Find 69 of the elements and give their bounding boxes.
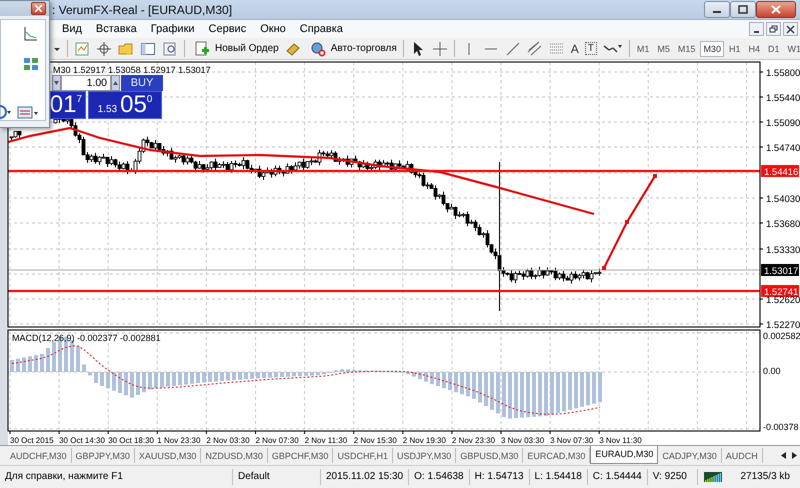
time-label: 30 Oct 2015 [10,436,54,445]
high-price: H: 1.54713 [470,468,530,484]
timeframe-button[interactable]: M1 [634,40,652,56]
macd-axis-label: 0.002582 [763,331,800,341]
symbol-tab[interactable]: GBPJPY,M30 [72,448,135,463]
open-price: O: 1.54638 [409,468,470,484]
price-label: 1.53330 [766,245,800,256]
price-label: 1.55800 [766,68,800,79]
symbol-tab[interactable]: AUDCH [722,448,763,463]
text-label-tool[interactable]: T [584,42,597,55]
menu-item[interactable]: Графики [144,23,202,35]
chart-ohlc-header: M30 1.52917 1.53058 1.52917 1.53017 [53,65,211,75]
time-label: 2 Nov 03:30 [206,436,250,445]
symbol-tab[interactable]: GBPCHF,M30 [268,448,334,463]
timeframe-button[interactable]: H4 [745,40,763,56]
auto-trading-button[interactable]: Авто-торговля [304,40,399,56]
price-label: 1.52270 [766,320,800,331]
volume-field[interactable]: 1.00 [61,75,111,91]
menu-item[interactable]: Справка [292,23,350,35]
macd-label: MACD(12,26,9) -0.002377 -0.002881 [12,333,161,343]
price-tag: 1.53017 [761,264,799,277]
buy-button[interactable]: BUY [121,75,163,91]
time-label: 1 Nov 23:30 [157,436,200,445]
time-label: 30 Oct 14:30 [59,436,105,445]
time-label: 2 Nov 07:30 [256,436,299,445]
menu-item[interactable]: Сервис [202,23,254,35]
time-label: 30 Oct 18:30 [108,436,154,445]
time-label: 2 Nov 23:30 [452,436,496,445]
price-label: 1.52620 [766,295,800,306]
price-label: 1.55090 [766,118,800,129]
timeframe-button[interactable]: M5 [654,40,673,56]
timeframe-button[interactable]: M15 [674,40,698,56]
symbol-tab[interactable]: XAUUSD,M30 [134,448,202,463]
timeframe-button[interactable]: M30 [700,40,724,56]
menu-item[interactable]: Вставка [88,23,144,35]
timeframe-button[interactable]: H1 [726,40,744,56]
symbol-tab[interactable]: AUDCHF,M30 [6,448,72,463]
symbol-tab[interactable]: USDJPY,M30 [392,448,456,463]
macd-axis-label: 0.00 [763,366,781,376]
low-price: L: 1.54418 [530,468,588,484]
time-label: 2 Nov 19:30 [402,436,446,445]
time-label: 3 Nov 07:30 [550,436,594,445]
symbol-tab[interactable]: GBPUSD,M30 [456,448,524,463]
traffic-text: 27135/3 kb [740,470,791,484]
price-label: 1.53680 [766,219,800,230]
symbol-tab[interactable]: NZDUSD,M30 [201,448,268,463]
time-label: 3 Nov 03:30 [501,436,544,445]
symbol-tab[interactable]: EURAUD,M30 [590,446,658,464]
bar-time: 2015.11.02 15:30 [321,468,410,484]
symbol-tab[interactable]: CADJPY,M30 [658,448,722,463]
new-order-button[interactable]: Новый Ордер [189,40,281,56]
menu-item[interactable]: Окно [253,23,293,35]
time-label: 2 Nov 11:30 [304,436,348,445]
text-tool[interactable]: A [568,42,582,56]
time-label: 2 Nov 15:30 [354,436,397,445]
symbol-tab[interactable]: USDCHF,H1 [333,448,393,463]
price-label: 1.54740 [766,143,800,154]
profile-name: Default [233,468,321,484]
window-title: : VerumFX-Real - [EURAUD,M30] [52,2,232,16]
price-label: 1.54030 [766,194,800,205]
status-help-text: Для справки, нажмите F1 [0,468,233,484]
time-label: 3 Nov 11:30 [599,436,642,445]
price-tag: 1.54416 [761,165,799,178]
close-price: C: 1.54444 [588,468,648,484]
volume-value: V: 9250 [648,468,698,484]
price-label: 1.55440 [766,93,800,104]
macd-axis-label: -0.00378 [763,422,799,432]
timeframe-button[interactable]: D1 [764,40,782,56]
menu-item[interactable]: Вид [55,23,89,35]
